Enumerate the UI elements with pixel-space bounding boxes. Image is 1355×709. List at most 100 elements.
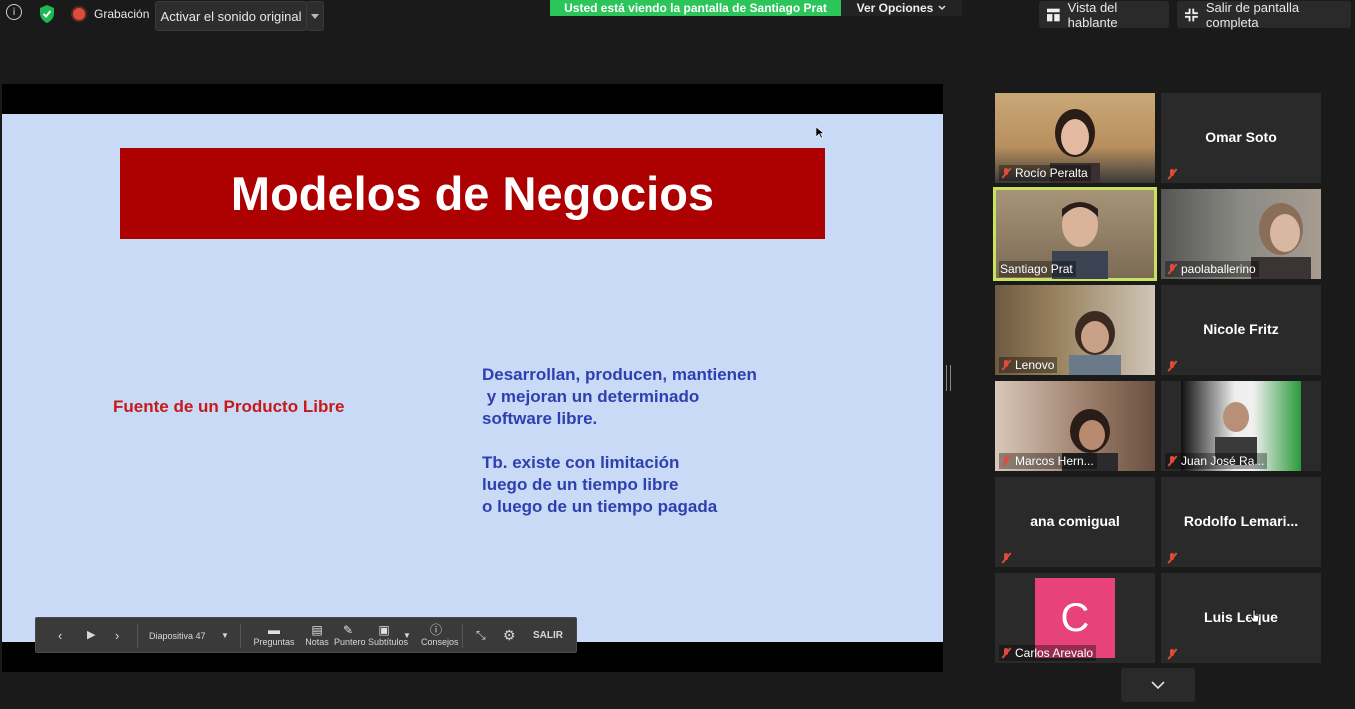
subtitles-button[interactable]: ▣ Subtítulos [368,623,408,648]
slide-text-line: software libre. [482,409,598,428]
participant-tile[interactable]: paolaballerino [1161,189,1321,279]
notes-button[interactable]: ▤ Notas [304,623,330,648]
participant-name: Carlos Arevalo [1015,646,1094,660]
slide-text-line: Tb. existe con limitación [482,453,680,472]
participant-name: Juan José Ra... [1181,454,1265,468]
screen-share-banner: Usted está viendo la pantalla de Santiag… [550,0,841,16]
participant-tile[interactable]: Nicole Fritz [1161,285,1321,375]
pointer-label: Puntero [334,637,366,647]
info-icon[interactable]: i [6,4,22,20]
participant-tile[interactable]: Juan José Ra... [1161,381,1321,471]
participant-tile[interactable]: Luis Leque [1161,573,1321,663]
mic-muted-icon [1000,647,1012,659]
slide-left-text: Fuente de un Producto Libre [113,397,345,416]
tips-button[interactable]: ⓘ Consejos [421,623,459,648]
gallery-next-page-button[interactable] [1121,668,1195,702]
original-audio-button[interactable]: Activar el sonido original [155,1,307,31]
security-shield-icon[interactable] [37,4,57,24]
mouse-cursor-icon [816,127,825,139]
participant-video [1069,311,1121,375]
play-icon[interactable]: ▶ [87,628,95,641]
grid-icon [1047,8,1060,21]
mic-muted-icon [1000,552,1012,564]
participant-name: Rocío Peralta [1015,166,1088,180]
participant-label: Marcos Hern... [999,453,1097,469]
minimize-icon[interactable]: ⤡ [476,628,486,643]
recording-label: Grabación [94,7,150,21]
presenter-toolbar: ‹ ▶ › Diapositiva 47 ▼ ▬ Preguntas ▤ Notas… [35,617,577,653]
exit-presentation-button[interactable]: SALIR [533,630,563,641]
participant-name: Lenovo [1015,358,1055,372]
participant-tile[interactable]: Lenovo [995,285,1155,375]
participant-name: Luis Leque [1204,609,1278,625]
info-icon: ⓘ [429,623,442,637]
cc-icon: ▣ [378,623,390,637]
exit-fullscreen-label: Salir de pantalla completa [1205,0,1300,30]
participant-label: Carlos Arevalo [999,645,1097,661]
audio-options-dropdown[interactable] [306,1,324,31]
mic-muted-icon [1000,167,1012,179]
notes-icon: ▤ [311,623,323,637]
speaker-view-button[interactable]: Vista del hablante [1039,0,1169,30]
mic-muted-icon [1000,359,1012,371]
speaker-view-label: Vista del hablante [1067,0,1118,30]
pointer-button[interactable]: ✎ Puntero [334,623,366,648]
participant-name: Santiago Prat [1000,262,1073,276]
participant-tile[interactable]: Omar Soto [1161,93,1321,183]
mic-muted-icon [1166,360,1178,372]
recording-icon [73,8,85,20]
chevron-down-icon[interactable]: ▼ [403,631,411,640]
exit-fullscreen-button[interactable]: Salir de pantalla completa [1177,0,1351,30]
chevron-down-icon [1151,681,1165,689]
questions-button[interactable]: ▬ Preguntas [252,623,296,648]
participant-name: Nicole Fritz [1203,321,1279,337]
participant-label: Santiago Prat [999,261,1076,277]
participant-tile[interactable]: Rocío Peralta [995,93,1155,183]
chat-icon: ▬ [268,623,280,637]
view-options-button[interactable]: Ver Opciones [841,0,962,16]
participant-name: ana comigual [1030,513,1120,529]
participant-label [1165,359,1181,373]
participant-tile[interactable]: Rodolfo Lemari... [1161,477,1321,567]
gear-icon[interactable]: ⚙ [503,627,516,644]
participant-name: Rodolfo Lemari... [1183,513,1299,529]
participant-tile[interactable]: Marcos Hern... [995,381,1155,471]
questions-label: Preguntas [253,637,295,647]
slide-title: Modelos de Negocios [120,148,825,239]
chevron-down-icon[interactable]: ▼ [221,631,229,640]
slide-right-text: Desarrollan, producen, mantienen y mejor… [482,364,757,518]
participant-tile[interactable]: ana comigual [995,477,1155,567]
participant-name: Omar Soto [1205,129,1277,145]
resize-handle[interactable] [946,365,951,391]
view-options-label: Ver Opciones [856,1,934,15]
divider [462,624,463,648]
slide-text-line: o luego de un tiempo pagada [482,497,718,516]
exit-fullscreen-icon [1185,8,1198,21]
participant-tile[interactable]: C Carlos Arevalo [995,573,1155,663]
next-slide-icon[interactable]: › [115,628,119,643]
prev-slide-icon[interactable]: ‹ [58,628,62,643]
slide-selector[interactable]: Diapositiva 47 [149,631,206,641]
mic-muted-icon [1166,648,1178,660]
mic-muted-icon [1000,455,1012,467]
slide-text-line: Desarrollan, producen, mantienen [482,365,757,384]
divider [240,624,241,648]
participant-label [1165,167,1181,181]
mic-muted-icon [1166,168,1178,180]
participant-tile-active-speaker[interactable]: Santiago Prat [993,187,1157,281]
participant-label: Rocío Peralta [999,165,1091,181]
slide-text-line [482,430,757,452]
divider [137,624,138,648]
participant-label: paolaballerino [1165,261,1259,277]
presentation-slide: Modelos de Negocios Fuente de un Product… [2,114,943,642]
slide-text-line: luego de un tiempo libre [482,475,679,494]
participant-label [999,551,1015,565]
participant-label: Lenovo [999,357,1058,373]
pen-icon: ✎ [342,623,354,637]
slide-text-line: y mejoran un determinado [482,387,700,406]
participant-label [1165,647,1181,661]
mic-muted-icon [1166,455,1178,467]
participant-label: Juan José Ra... [1165,453,1268,469]
participant-name: Marcos Hern... [1015,454,1094,468]
participant-label [1165,551,1181,565]
